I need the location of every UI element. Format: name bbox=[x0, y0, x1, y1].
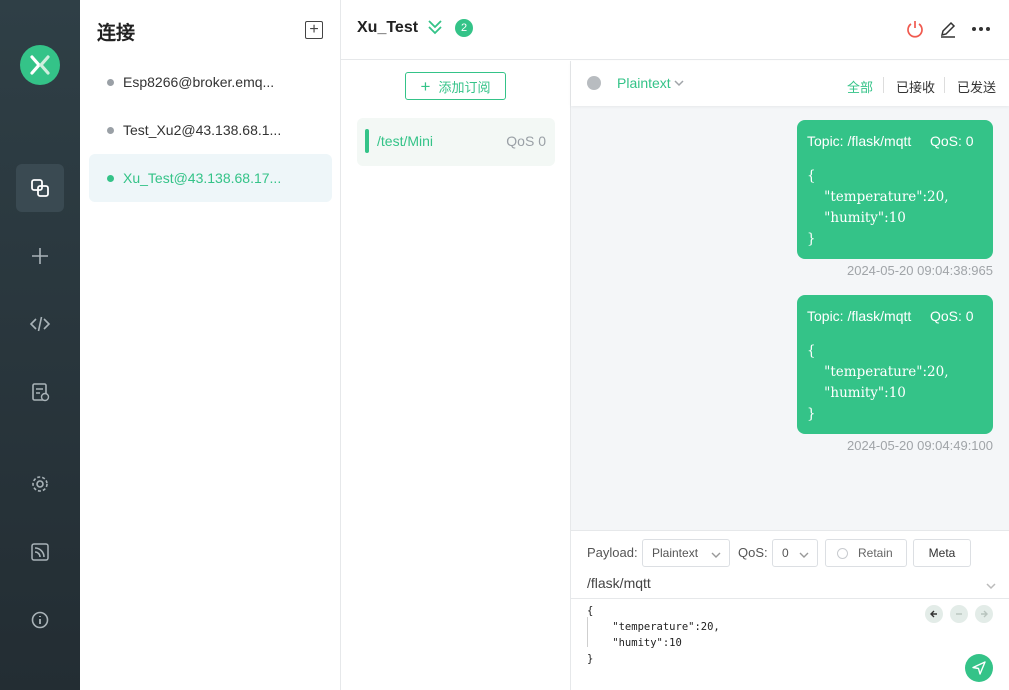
payload-editor[interactable]: { "temperature":20, "humity":10 } bbox=[587, 603, 720, 667]
divider bbox=[571, 598, 1009, 599]
rss-icon[interactable] bbox=[16, 528, 64, 576]
payload-label: Payload: bbox=[587, 545, 638, 560]
arrow-right-icon[interactable] bbox=[975, 605, 993, 623]
info-icon[interactable] bbox=[16, 596, 64, 644]
filter-received[interactable]: 已接收 bbox=[896, 77, 935, 96]
code-icon[interactable] bbox=[16, 300, 64, 348]
plus-icon[interactable] bbox=[16, 232, 64, 280]
subscriptions-panel: + 添加订阅 /test/Mini QoS 0 bbox=[341, 61, 571, 690]
subscription-qos: QoS 0 bbox=[506, 133, 546, 149]
double-chevron-down-icon[interactable] bbox=[427, 18, 443, 41]
message-bubble[interactable]: Topic: /flask/mqtt QoS: 0 { "temperature… bbox=[797, 120, 993, 259]
payload-format-value: Plaintext bbox=[652, 546, 699, 560]
status-dot bbox=[107, 78, 114, 86]
message-composer: Payload: Plaintext QoS: 0 Retain Meta /f… bbox=[571, 530, 1009, 690]
divider bbox=[883, 77, 884, 93]
retain-checkbox[interactable]: Retain bbox=[825, 539, 907, 567]
message-topic: Topic: /flask/mqtt bbox=[807, 133, 912, 149]
connection-title: Xu_Test bbox=[357, 19, 419, 36]
retain-radio-icon bbox=[837, 547, 848, 559]
message-body: { "temperature":20, "humity":10 } bbox=[807, 168, 949, 247]
subscription-item[interactable]: /test/Mini QoS 0 bbox=[357, 118, 555, 166]
power-icon[interactable] bbox=[904, 18, 926, 40]
filter-all[interactable]: 全部 bbox=[847, 77, 873, 96]
send-button[interactable] bbox=[965, 654, 993, 682]
status-dot bbox=[107, 126, 114, 134]
plus-icon: + bbox=[420, 76, 431, 96]
edit-icon[interactable] bbox=[937, 18, 959, 40]
topic-input[interactable]: /flask/mqtt bbox=[587, 575, 651, 591]
send-icon bbox=[972, 661, 986, 675]
connection-item[interactable]: Test_Xu2@43.138.68.1... bbox=[89, 106, 332, 154]
connection-label: Test_Xu2@43.138.68.1... bbox=[123, 122, 282, 138]
subscription-topic: /test/Mini bbox=[377, 133, 434, 149]
more-icon[interactable] bbox=[970, 18, 992, 40]
nav-rail bbox=[0, 0, 80, 690]
message-body: { "temperature":20, "humity":10 } bbox=[807, 343, 949, 422]
new-connection-icon[interactable]: + bbox=[305, 21, 323, 39]
payload-type-icon bbox=[587, 76, 601, 90]
qos-value: 0 bbox=[782, 546, 789, 560]
messages-panel: Plaintext 全部 已接收 已发送 Topic: /flask/mqtt … bbox=[571, 61, 1009, 530]
connection-label: Esp8266@broker.emq... bbox=[123, 74, 275, 90]
retain-label: Retain bbox=[858, 546, 893, 560]
chevron-down-icon bbox=[711, 549, 721, 563]
message-topic: Topic: /flask/mqtt bbox=[807, 308, 912, 324]
status-dot bbox=[107, 174, 114, 182]
connections-title: 连接 bbox=[97, 23, 136, 44]
connection-item-active[interactable]: Xu_Test@43.138.68.17... bbox=[89, 154, 332, 202]
connections-icon[interactable] bbox=[16, 164, 64, 212]
message-qos: QoS: 0 bbox=[930, 308, 974, 324]
chevron-down-icon bbox=[799, 549, 809, 563]
connection-item[interactable]: Esp8266@broker.emq... bbox=[89, 58, 332, 106]
chevron-down-icon[interactable] bbox=[673, 76, 685, 94]
arrow-left-icon[interactable] bbox=[925, 605, 943, 623]
message-bubble[interactable]: Topic: /flask/mqtt QoS: 0 { "temperature… bbox=[797, 295, 993, 434]
message-time: 2024-05-20 09:04:38:965 bbox=[846, 263, 993, 278]
subscription-count-badge: 2 bbox=[455, 19, 473, 37]
connection-header: Xu_Test 2 bbox=[341, 0, 1009, 60]
connection-label: Xu_Test@43.138.68.17... bbox=[123, 170, 282, 186]
message-toolbar: Plaintext 全部 已接收 已发送 bbox=[571, 61, 1009, 106]
qos-select[interactable]: 0 bbox=[772, 539, 818, 567]
meta-button[interactable]: Meta bbox=[913, 539, 971, 567]
minus-icon[interactable] bbox=[950, 605, 968, 623]
payload-type-select[interactable]: Plaintext bbox=[617, 75, 671, 91]
qos-label: QoS: bbox=[738, 545, 768, 560]
log-icon[interactable] bbox=[16, 368, 64, 416]
message-time: 2024-05-20 09:04:49:100 bbox=[846, 438, 993, 453]
message-qos: QoS: 0 bbox=[930, 133, 974, 149]
filter-sent[interactable]: 已发送 bbox=[957, 77, 996, 96]
payload-format-select[interactable]: Plaintext bbox=[642, 539, 730, 567]
mqttx-logo-icon bbox=[20, 45, 60, 85]
divider bbox=[944, 77, 945, 93]
connections-panel: 连接 + Esp8266@broker.emq... Test_Xu2@43.1… bbox=[80, 0, 341, 690]
subscription-color-bar bbox=[365, 129, 369, 153]
add-subscription-button[interactable]: + 添加订阅 bbox=[405, 72, 506, 100]
gear-icon[interactable] bbox=[16, 460, 64, 508]
add-subscription-label: 添加订阅 bbox=[438, 79, 491, 95]
chevron-down-icon[interactable] bbox=[985, 579, 997, 597]
